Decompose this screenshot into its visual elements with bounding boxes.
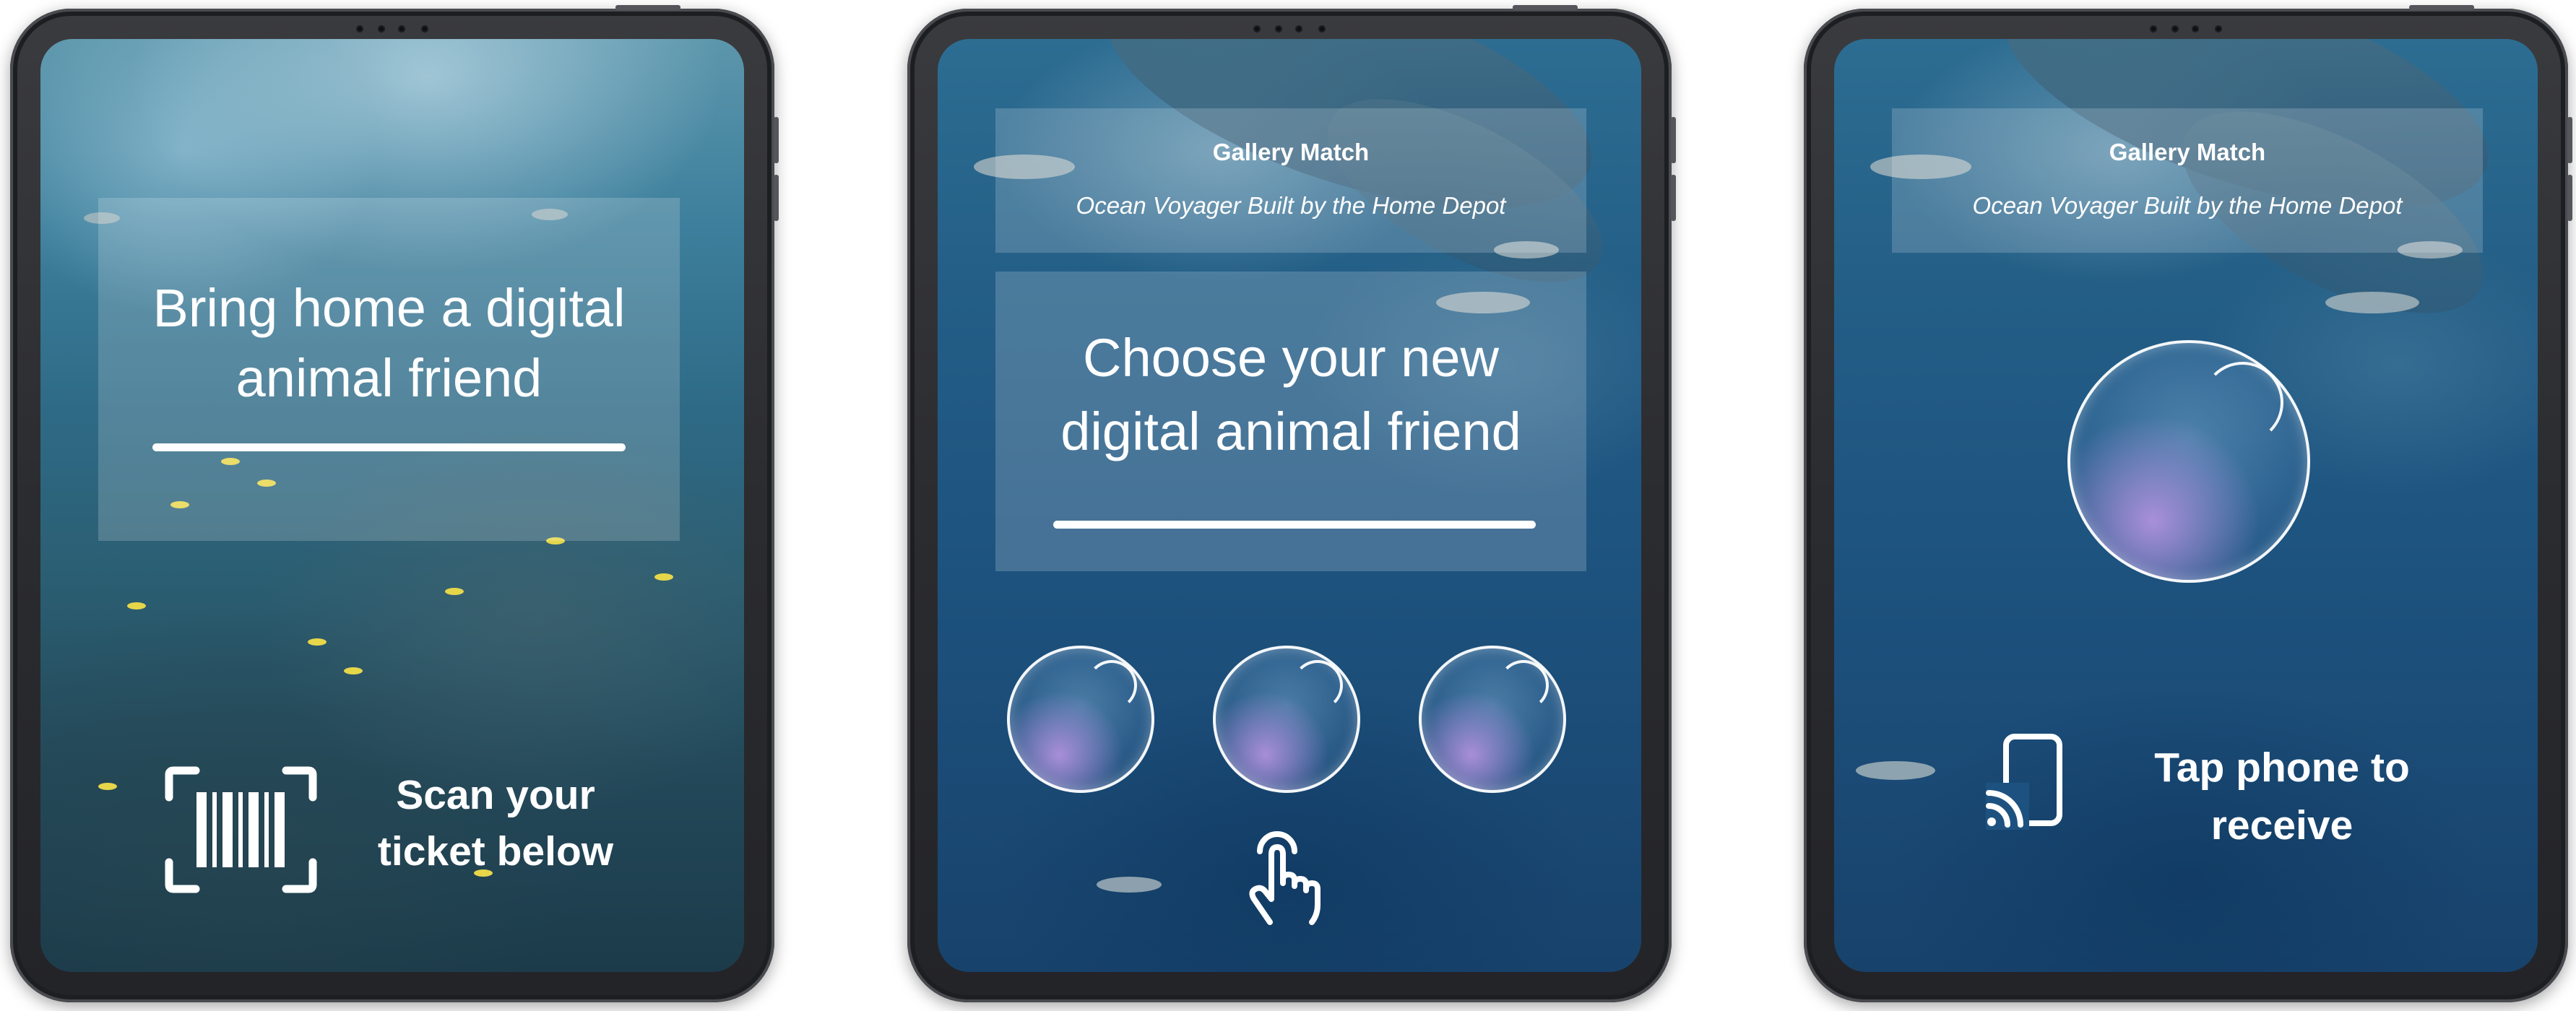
gallery-match-label: Gallery Match	[1212, 139, 1370, 165]
headline-line-2: animal friend	[235, 348, 543, 408]
tablet-frame-2: Gallery Match Ocean Voyager Built by the…	[907, 5, 1676, 1002]
power-button	[615, 5, 680, 10]
volume-button	[774, 175, 779, 221]
headline-line-2: digital animal friend	[1060, 402, 1521, 461]
headline-divider	[1053, 521, 1536, 529]
screen-scan-ticket[interactable]: Bring home a digital animal friend Scan	[40, 39, 744, 972]
camera-sensors	[2121, 23, 2251, 33]
gallery-name: Ocean Voyager Built by the Home Depot	[1076, 192, 1506, 219]
volume-button	[2567, 117, 2572, 163]
volume-button	[1671, 175, 1676, 221]
volume-button	[2567, 175, 2572, 221]
tablet-frame-3: Gallery Match Ocean Voyager Built by the…	[1804, 5, 2572, 1002]
screen-tap-phone[interactable]: Gallery Match Ocean Voyager Built by the…	[1834, 39, 2538, 972]
power-button	[2409, 5, 2474, 10]
headline-panel: Bring home a digital animal friend	[98, 198, 680, 541]
scan-instruction-line-1: Scan your	[396, 772, 595, 818]
animal-bubble-3[interactable]	[1419, 646, 1566, 793]
animal-bubble-1[interactable]	[1007, 646, 1154, 793]
phone-nfc-icon	[1986, 734, 2062, 830]
selected-animal-bubble	[2067, 340, 2310, 583]
gallery-match-panel: Gallery Match Ocean Voyager Built by the…	[995, 108, 1586, 253]
tablet-frame-1: Bring home a digital animal friend Scan	[10, 5, 779, 1002]
barcode-scan-icon	[165, 766, 317, 893]
headline-panel: Choose your new digital animal friend	[995, 272, 1586, 571]
volume-button	[1671, 117, 1676, 163]
headline-divider	[152, 443, 626, 451]
tap-instruction-line-1: Tap phone to	[2154, 745, 2410, 791]
screen-choose-friend[interactable]: Gallery Match Ocean Voyager Built by the…	[938, 39, 1641, 972]
volume-button	[774, 117, 779, 163]
power-button	[1513, 5, 1578, 10]
tap-instruction-line-2: receive	[2210, 802, 2354, 849]
scan-instruction-line-2: ticket below	[377, 828, 614, 875]
tap-hand-icon	[1249, 831, 1321, 925]
gallery-name: Ocean Voyager Built by the Home Depot	[1972, 192, 2403, 219]
camera-sensors	[1224, 23, 1354, 33]
animal-bubble-2[interactable]	[1213, 646, 1360, 793]
gallery-match-label: Gallery Match	[2109, 139, 2266, 165]
headline-line-1: Choose your new	[1083, 328, 1499, 388]
camera-sensors	[327, 23, 457, 33]
gallery-match-panel: Gallery Match Ocean Voyager Built by the…	[1892, 108, 2483, 253]
headline-line-1: Bring home a digital	[152, 278, 626, 338]
